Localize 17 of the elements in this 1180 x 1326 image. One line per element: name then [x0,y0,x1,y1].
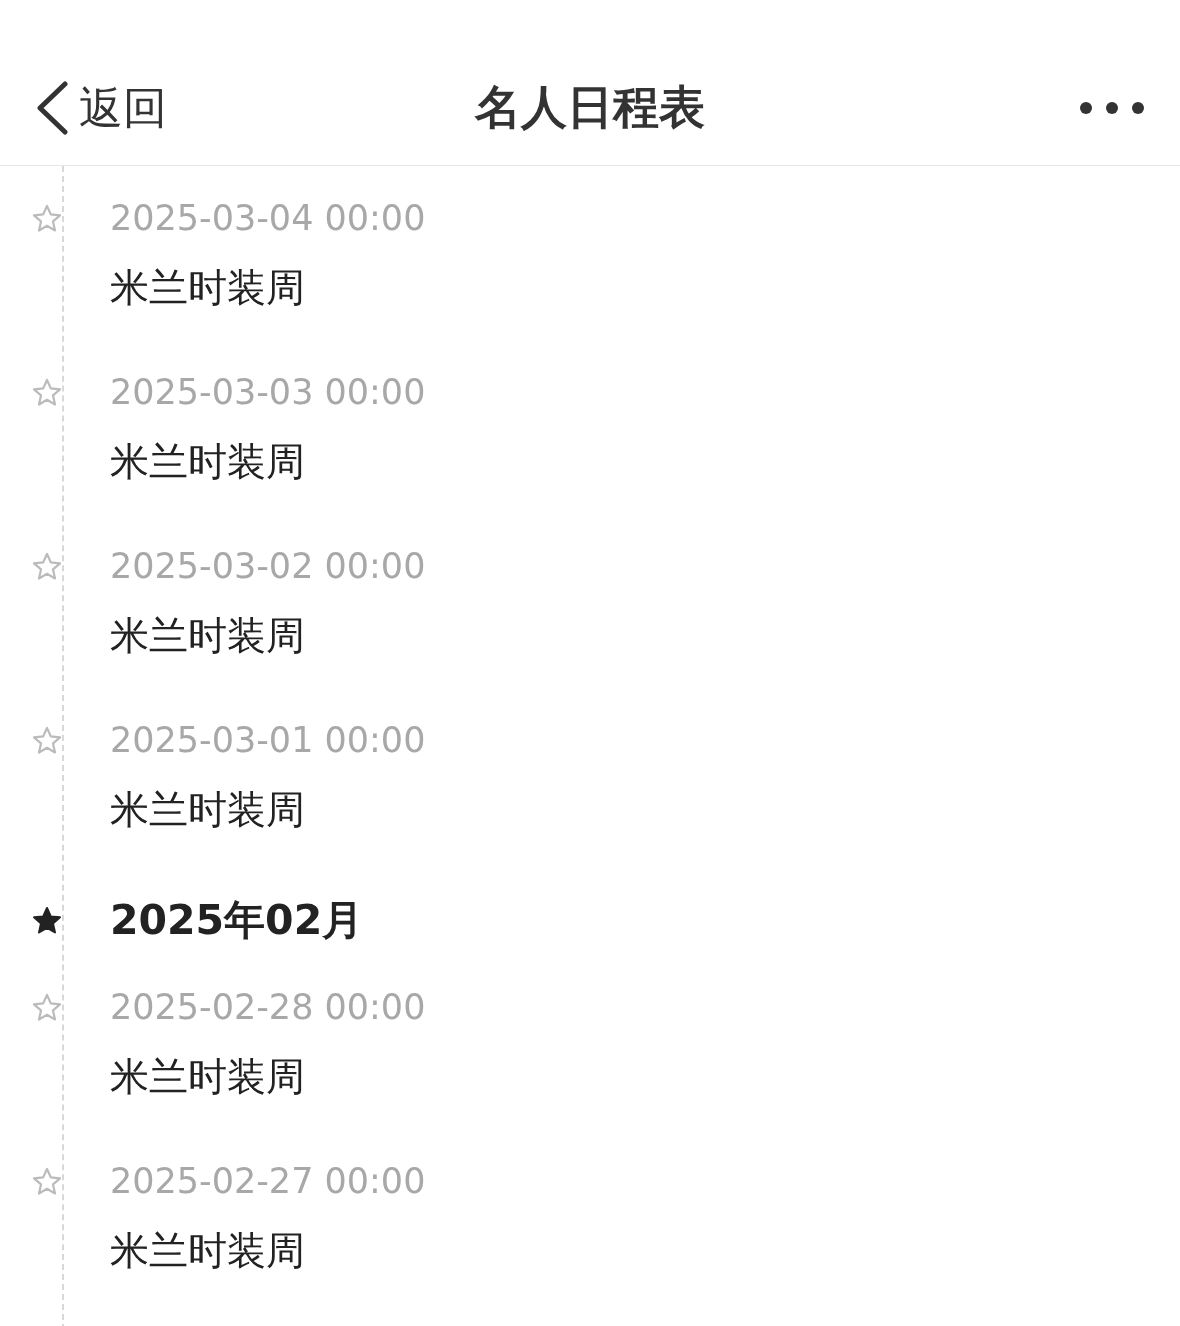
event-title: 米兰时装周 [110,786,306,834]
event-time: 2025-03-01 00:00 [110,719,426,762]
chevron-left-icon [35,80,69,135]
event-time: 2025-03-02 00:00 [110,545,426,588]
event-time: 2025-02-27 00:00 [110,1160,426,1203]
event-title: 米兰时装周 [110,612,306,660]
event-time: 2025-03-04 00:00 [110,197,426,240]
event-time: 2025-02-28 00:00 [110,986,426,1029]
month-heading: 2025年02月 [110,895,364,945]
event-title: 米兰时装周 [110,1227,306,1275]
page-title: 名人日程表 [475,80,705,134]
event-time: 2025-03-03 00:00 [110,371,426,414]
event-title: 米兰时装周 [110,438,306,486]
event-title: 米兰时装周 [110,1053,306,1101]
event-title: 米兰时装周 [110,264,306,312]
back-button[interactable]: 返回 [35,80,167,135]
more-icon [1079,101,1145,115]
